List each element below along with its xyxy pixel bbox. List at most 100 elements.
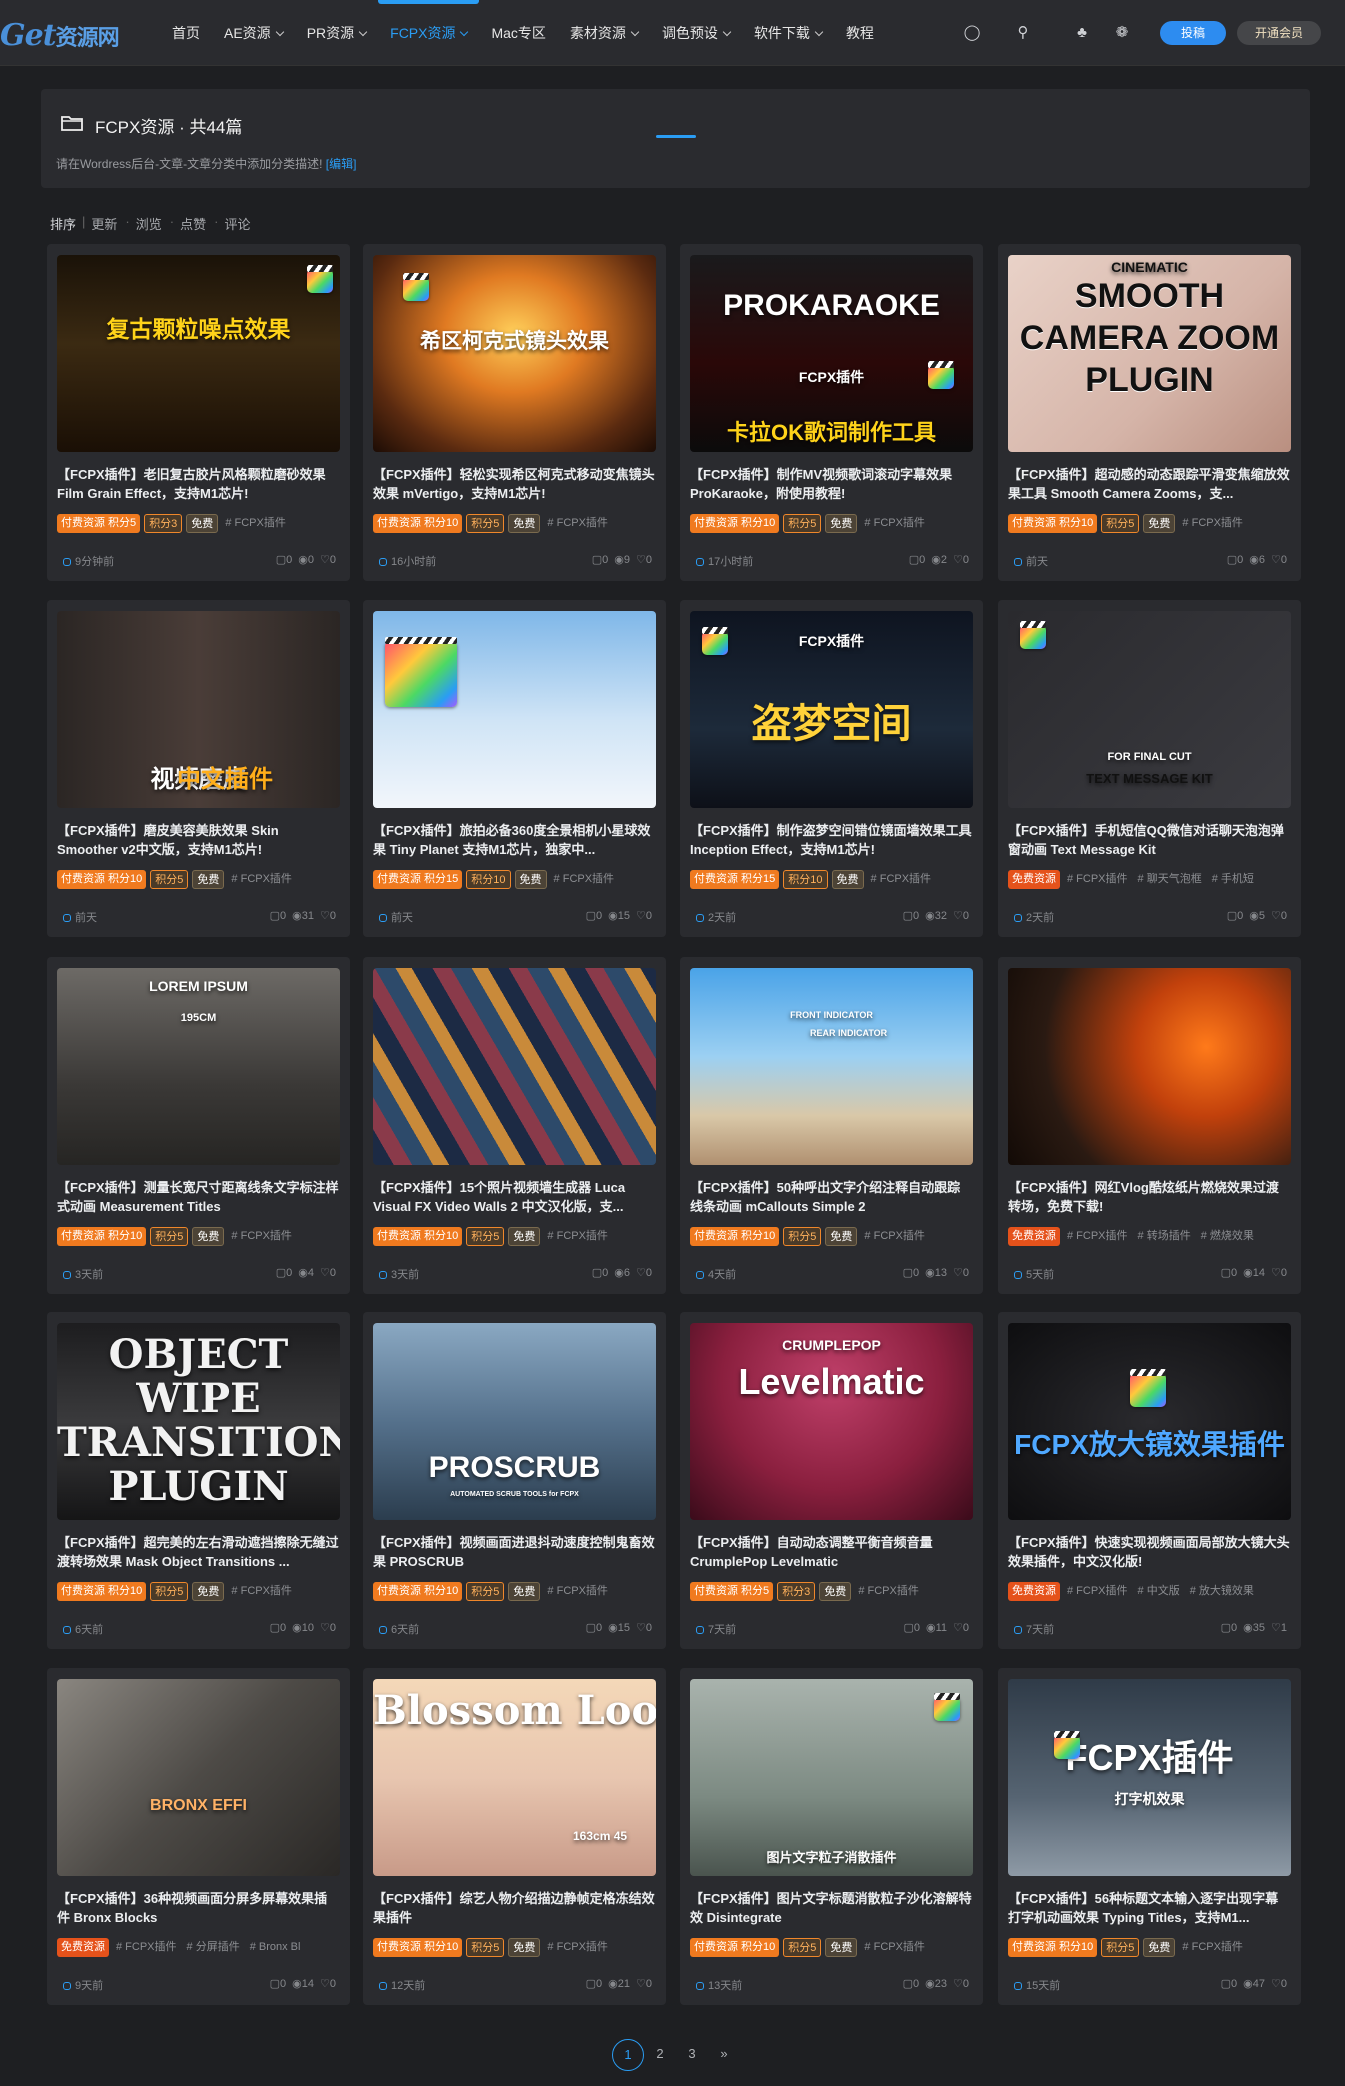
tag-link[interactable]: # FCPX插件	[228, 1227, 295, 1246]
post-card[interactable]: FCPX插件 打字机效果 【FCPX插件】56种标题文本输入逐字出现字幕打字机动画效…	[998, 1668, 1301, 2005]
post-title[interactable]: 【FCPX插件】超动感的动态跟踪平滑变焦缩放效果工具 Smooth Camera…	[1008, 465, 1291, 503]
bell-icon[interactable]: ♣	[1073, 24, 1091, 42]
post-thumbnail[interactable]	[373, 968, 656, 1165]
post-title[interactable]: 【FCPX插件】网红Vlog酷炫纸片燃烧效果过渡转场，免费下载!	[1008, 1178, 1291, 1216]
post-card[interactable]: BRONX EFFI 【FCPX插件】36种视频画面分屏多屏幕效果插件 Bronx…	[47, 1668, 350, 2005]
tag-link[interactable]: # FCPX插件	[1064, 870, 1131, 889]
post-thumbnail[interactable]: 图片文字粒子消散插件	[690, 1679, 973, 1876]
post-thumbnail[interactable]: TEXT MESSAGE KIT FOR FINAL CUT	[1008, 611, 1291, 808]
tag-link[interactable]: # FCPX插件	[861, 514, 928, 533]
tag-link[interactable]: # FCPX插件	[1064, 1227, 1131, 1246]
post-thumbnail[interactable]: 希区柯克式镜头效果	[373, 255, 656, 452]
post-title[interactable]: 【FCPX插件】磨皮美容美肤效果 Skin Smoother v2中文版，支持M…	[57, 821, 340, 859]
nav-item[interactable]: 软件下载	[742, 0, 834, 66]
post-thumbnail[interactable]: FCPX放大镜效果插件	[1008, 1323, 1291, 1520]
post-card[interactable]: 图片文字粒子消散插件 【FCPX插件】图片文字标题消散粒子沙化溶解特效 Disin…	[680, 1668, 983, 2005]
tag-link[interactable]: # 燃烧效果	[1198, 1227, 1257, 1246]
tag-link[interactable]: # Bronx Bl	[247, 1938, 304, 1957]
post-card[interactable]: Blossom Lookboo 163cm 45 【FCPX插件】综艺人物介绍描边静…	[363, 1668, 666, 2005]
tag-link[interactable]: # FCPX插件	[544, 1938, 611, 1957]
post-thumbnail[interactable]: 视频磨皮 中文插件	[57, 611, 340, 808]
post-title[interactable]: 【FCPX插件】视频画面进退抖动速度控制鬼畜效果 PROSCRUB	[373, 1533, 656, 1571]
post-title[interactable]: 【FCPX插件】老旧复古胶片风格颗粒磨砂效果 Film Grain Effect…	[57, 465, 340, 503]
post-thumbnail[interactable]: 复古颗粒噪点效果	[57, 255, 340, 452]
tag-link[interactable]: # FCPX插件	[113, 1938, 180, 1957]
edit-link[interactable]: [编辑]	[326, 157, 357, 171]
post-card[interactable]: 195CM LOREM IPSUM 【FCPX插件】测量长宽尺寸距离线条文字标注样式…	[47, 957, 350, 1294]
post-card[interactable]: FRONT INDICATOR REAR INDICATOR 【FCPX插件】50种…	[680, 957, 983, 1294]
contribute-button[interactable]: 投稿	[1160, 21, 1226, 45]
sort-option[interactable]: 更新	[91, 214, 125, 233]
post-card[interactable]: PROKARAOKE FCPX插件 卡拉OK歌词制作工具【FCPX插件】制作MV视频…	[680, 244, 983, 581]
search-icon[interactable]: ⚲	[1014, 24, 1032, 42]
post-title[interactable]: 【FCPX插件】手机短信QQ微信对话聊天泡泡弹窗动画 Text Message …	[1008, 821, 1291, 859]
post-card[interactable]: Levelmatic CRUMPLEPOP 【FCPX插件】自动动态调整平衡音频音量…	[680, 1312, 983, 1649]
post-thumbnail[interactable]: PROKARAOKE FCPX插件 卡拉OK歌词制作工具	[690, 255, 973, 452]
post-title[interactable]: 【FCPX插件】制作盗梦空间错位镜面墙效果工具 Inception Effect…	[690, 821, 973, 859]
nav-item[interactable]: 素材资源	[558, 0, 650, 66]
post-card[interactable]: 【FCPX插件】旅拍必备360度全景相机小星球效果 Tiny Planet 支持…	[363, 600, 666, 937]
page-button[interactable]: 1	[612, 2039, 644, 2071]
post-card[interactable]: OBJECT WIPE TRANSITION PLUGIN 【FCPX插件】超完美…	[47, 1312, 350, 1649]
post-title[interactable]: 【FCPX插件】快速实现视频画面局部放大镜大头效果插件，中文汉化版!	[1008, 1533, 1291, 1571]
tag-link[interactable]: # 聊天气泡框	[1135, 870, 1205, 889]
post-card[interactable]: SMOOTH CAMERA ZOOM PLUGIN CINEMATIC 【FCPX插…	[998, 244, 1301, 581]
post-thumbnail[interactable]: FRONT INDICATOR REAR INDICATOR	[690, 968, 973, 1165]
post-card[interactable]: 视频磨皮 中文插件【FCPX插件】磨皮美容美肤效果 Skin Smoother v…	[47, 600, 350, 937]
post-card[interactable]: 希区柯克式镜头效果 【FCPX插件】轻松实现希区柯克式移动变焦镜头效果 mVert…	[363, 244, 666, 581]
post-title[interactable]: 【FCPX插件】50种呼出文字介绍注释自动跟踪线条动画 mCallouts Si…	[690, 1178, 973, 1216]
post-title[interactable]: 【FCPX插件】制作MV视频歌词滚动字幕效果 ProKaraoke，附使用教程!	[690, 465, 973, 503]
tag-link[interactable]: # 中文版	[1135, 1582, 1183, 1601]
nav-item[interactable]: FCPX资源	[378, 0, 480, 66]
post-title[interactable]: 【FCPX插件】综艺人物介绍描边静帧定格冻结效果插件	[373, 1889, 656, 1927]
tag-link[interactable]: # FCPX插件	[228, 1582, 295, 1601]
tag-link[interactable]: # FCPX插件	[1179, 1938, 1246, 1957]
bulb-icon[interactable]: ◯	[963, 24, 981, 42]
post-thumbnail[interactable]: OBJECT WIPE TRANSITION PLUGIN	[57, 1323, 340, 1520]
page-button[interactable]: 2	[644, 2039, 676, 2071]
post-card[interactable]: 【FCPX插件】网红Vlog酷炫纸片燃烧效果过渡转场，免费下载! 免费资源 # FC…	[998, 957, 1301, 1294]
tag-link[interactable]: # FCPX插件	[544, 1582, 611, 1601]
post-thumbnail[interactable]: 195CM LOREM IPSUM	[57, 968, 340, 1165]
post-thumbnail[interactable]	[373, 611, 656, 808]
nav-item[interactable]: PR资源	[295, 0, 378, 66]
tag-link[interactable]: # FCPX插件	[868, 870, 935, 889]
page-button[interactable]: 3	[676, 2039, 708, 2071]
tag-link[interactable]: # 放大镜效果	[1187, 1582, 1257, 1601]
tag-link[interactable]: # 转场插件	[1135, 1227, 1194, 1246]
post-thumbnail[interactable]: Levelmatic CRUMPLEPOP	[690, 1323, 973, 1520]
post-card[interactable]: 复古颗粒噪点效果【FCPX插件】老旧复古胶片风格颗粒磨砂效果 Film Grai…	[47, 244, 350, 581]
sort-option[interactable]: 评论	[224, 214, 258, 233]
post-card[interactable]: PROSCRUB AUTOMATED SCRUB TOOLS for FCPX 【F…	[363, 1312, 666, 1649]
tag-link[interactable]: # FCPX插件	[861, 1938, 928, 1957]
post-card[interactable]: FCPX放大镜效果插件【FCPX插件】快速实现视频画面局部放大镜大头效果插件，中…	[998, 1312, 1301, 1649]
sort-option[interactable]: 浏览	[136, 214, 170, 233]
tag-link[interactable]: # 分屏插件	[184, 1938, 243, 1957]
post-thumbnail[interactable]: BRONX EFFI	[57, 1679, 340, 1876]
tag-link[interactable]: # FCPX插件	[1179, 514, 1246, 533]
tag-link[interactable]: # FCPX插件	[1064, 1582, 1131, 1601]
post-card[interactable]: TEXT MESSAGE KIT FOR FINAL CUT 【FCPX插件】手机短…	[998, 600, 1301, 937]
tag-link[interactable]: # FCPX插件	[551, 870, 618, 889]
post-thumbnail[interactable]: 盗梦空间 FCPX插件	[690, 611, 973, 808]
nav-item[interactable]: 教程	[834, 0, 886, 66]
site-logo[interactable]: Get资源网	[0, 18, 140, 53]
post-title[interactable]: 【FCPX插件】15个照片视频墙生成器 Luca Visual FX Video…	[373, 1178, 656, 1216]
sort-option[interactable]: 点赞	[180, 214, 214, 233]
tag-link[interactable]: # 手机短	[1209, 870, 1257, 889]
post-title[interactable]: 【FCPX插件】超完美的左右滑动遮挡擦除无缝过渡转场效果 Mask Object…	[57, 1533, 340, 1571]
tag-link[interactable]: # FCPX插件	[855, 1582, 922, 1601]
nav-item[interactable]: Mac专区	[479, 0, 557, 66]
post-title[interactable]: 【FCPX插件】56种标题文本输入逐字出现字幕打字机动画效果 Typing Ti…	[1008, 1889, 1291, 1927]
post-thumbnail[interactable]: Blossom Lookboo 163cm 45	[373, 1679, 656, 1876]
vip-button[interactable]: 开通会员	[1237, 21, 1321, 45]
post-card[interactable]: 【FCPX插件】15个照片视频墙生成器 Luca Visual FX Video…	[363, 957, 666, 1294]
nav-item[interactable]: AE资源	[212, 0, 295, 66]
nav-item[interactable]: 调色预设	[650, 0, 742, 66]
tag-link[interactable]: # FCPX插件	[228, 870, 295, 889]
palette-icon[interactable]: ❁	[1113, 24, 1131, 42]
next-page-button[interactable]: »	[708, 2039, 740, 2071]
post-title[interactable]: 【FCPX插件】36种视频画面分屏多屏幕效果插件 Bronx Blocks	[57, 1889, 340, 1927]
tag-link[interactable]: # FCPX插件	[544, 1227, 611, 1246]
post-thumbnail[interactable]	[1008, 968, 1291, 1165]
